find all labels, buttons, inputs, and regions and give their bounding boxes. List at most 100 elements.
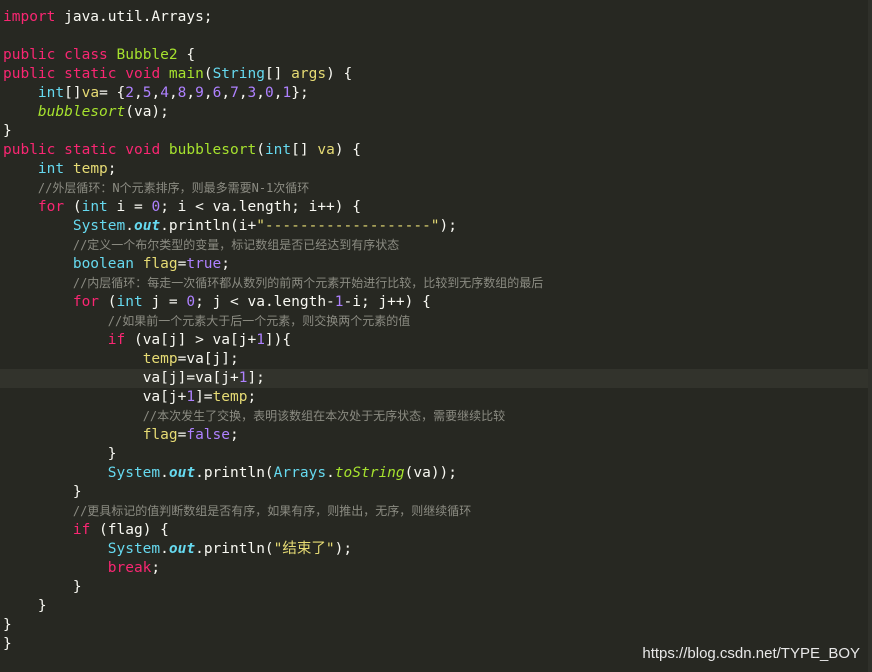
code-token: .println(i+ bbox=[160, 218, 257, 234]
code-line[interactable]: //如果前一个元素大于后一个元素，则交换两个元素的值 bbox=[0, 312, 868, 331]
code-token: 0 bbox=[151, 199, 161, 215]
code-token: ; bbox=[107, 161, 117, 177]
code-token: bubblesort bbox=[168, 142, 257, 158]
code-token: ]){ bbox=[264, 332, 292, 348]
code-line[interactable]: } bbox=[0, 616, 868, 635]
code-line[interactable]: va[j+1]=temp; bbox=[0, 388, 868, 407]
vertical-scrollbar[interactable] bbox=[868, 0, 872, 672]
code-line[interactable]: if (flag) { bbox=[0, 521, 868, 540]
code-line[interactable]: } bbox=[0, 597, 868, 616]
code-comment: //如果前一个元素大于后一个元素，则交换两个元素的值 bbox=[107, 314, 411, 328]
code-token: temp bbox=[72, 161, 108, 177]
code-token: int bbox=[116, 294, 143, 310]
code-line[interactable]: public static void bubblesort(int[] va) … bbox=[0, 141, 868, 160]
code-token: [] bbox=[64, 85, 82, 101]
code-token: (flag) { bbox=[90, 522, 169, 538]
code-line[interactable]: temp=va[j]; bbox=[0, 350, 868, 369]
code-line[interactable] bbox=[0, 27, 868, 46]
code-token: =va[j]; bbox=[177, 351, 239, 367]
code-line[interactable]: //内层循环：每走一次循环都从数列的前两个元素开始进行比较，比较到无序数组的最后 bbox=[0, 274, 868, 293]
code-token: java.util.Arrays; bbox=[55, 9, 213, 25]
code-comment: //外层循环：N个元素排序，则最多需要N-1次循环 bbox=[37, 181, 310, 195]
code-token: public bbox=[3, 47, 56, 63]
code-comment: //本次发生了交换，表明该数组在本次处于无序状态，需要继续比较 bbox=[142, 409, 506, 423]
code-token: temp bbox=[212, 389, 248, 405]
code-line[interactable]: int temp; bbox=[0, 160, 868, 179]
code-token: System bbox=[107, 465, 161, 481]
code-token: for bbox=[37, 199, 65, 215]
code-line[interactable]: boolean flag=true; bbox=[0, 255, 868, 274]
code-token: , bbox=[203, 85, 213, 101]
code-token: } bbox=[107, 446, 117, 462]
code-token: } bbox=[72, 579, 82, 595]
code-line[interactable]: System.out.println(i+"------------------… bbox=[0, 217, 868, 236]
code-line[interactable]: //外层循环：N个元素排序，则最多需要N-1次循环 bbox=[0, 179, 868, 198]
code-line[interactable]: public static void main(String[] args) { bbox=[0, 65, 868, 84]
code-token: int bbox=[37, 85, 65, 101]
code-line[interactable]: break; bbox=[0, 559, 868, 578]
code-token: main bbox=[168, 66, 204, 82]
code-token: ( bbox=[64, 199, 82, 215]
code-line[interactable]: } bbox=[0, 578, 868, 597]
code-line[interactable]: if (va[j] > va[j+1]){ bbox=[0, 331, 868, 350]
code-token: . bbox=[326, 465, 335, 481]
code-token: . bbox=[125, 218, 134, 234]
code-token: } bbox=[72, 484, 82, 500]
code-line[interactable]: } bbox=[0, 122, 868, 141]
code-line[interactable]: for (int i = 0; i < va.length; i++) { bbox=[0, 198, 868, 217]
code-token: .println( bbox=[195, 465, 274, 481]
code-token: public bbox=[3, 66, 56, 82]
code-line[interactable]: } bbox=[0, 445, 868, 464]
code-token: 4 bbox=[160, 85, 169, 101]
code-token: }; bbox=[291, 85, 309, 101]
code-line[interactable]: bubblesort(va); bbox=[0, 103, 868, 122]
code-token: , bbox=[256, 85, 266, 101]
code-line[interactable]: for (int j = 0; j < va.length-1-i; j++) … bbox=[0, 293, 868, 312]
code-line[interactable]: flag=false; bbox=[0, 426, 868, 445]
code-line[interactable]: int[]va= {2,5,4,8,9,6,7,3,0,1}; bbox=[0, 84, 868, 103]
code-line[interactable]: import java.util.Arrays; bbox=[0, 8, 868, 27]
code-line[interactable]: //本次发生了交换，表明该数组在本次处于无序状态，需要继续比较 bbox=[0, 407, 868, 426]
code-token: , bbox=[168, 85, 178, 101]
code-line[interactable]: System.out.println(Arrays.toString(va)); bbox=[0, 464, 868, 483]
code-token: va[j+ bbox=[142, 389, 187, 405]
code-token: Bubble2 bbox=[116, 47, 178, 63]
code-token: (va); bbox=[125, 104, 169, 120]
code-token: ; bbox=[151, 560, 161, 576]
code-token: temp bbox=[142, 351, 178, 367]
code-line[interactable]: va[j]=va[j+1]; bbox=[0, 369, 868, 388]
code-token: (va)); bbox=[404, 465, 458, 481]
code-token: , bbox=[151, 85, 161, 101]
code-token: out bbox=[133, 218, 161, 234]
code-editor[interactable]: import java.util.Arrays; public class Bub… bbox=[0, 0, 872, 672]
code-token: void bbox=[125, 66, 161, 82]
code-line[interactable]: public class Bubble2 { bbox=[0, 46, 868, 65]
code-token: flag bbox=[142, 256, 178, 272]
code-line[interactable]: System.out.println("结束了"); bbox=[0, 540, 868, 559]
code-token: } bbox=[3, 636, 12, 652]
code-token: va[j]=va[j+ bbox=[142, 370, 239, 386]
code-token: } bbox=[3, 123, 12, 139]
code-token: = { bbox=[99, 85, 126, 101]
code-token: ; bbox=[221, 256, 230, 272]
watermark-text: https://blog.csdn.net/TYPE_BOY bbox=[642, 645, 860, 662]
code-line[interactable]: //更具标记的值判断数组是否有序，如果有序，则推出，无序，则继续循环 bbox=[0, 502, 868, 521]
code-token: ; i < va.length; i++) { bbox=[160, 199, 361, 215]
code-line[interactable]: } bbox=[0, 483, 868, 502]
code-token: 1 bbox=[256, 332, 265, 348]
code-line[interactable]: //定义一个布尔类型的变量，标记数组是否已经达到有序状态 bbox=[0, 236, 868, 255]
